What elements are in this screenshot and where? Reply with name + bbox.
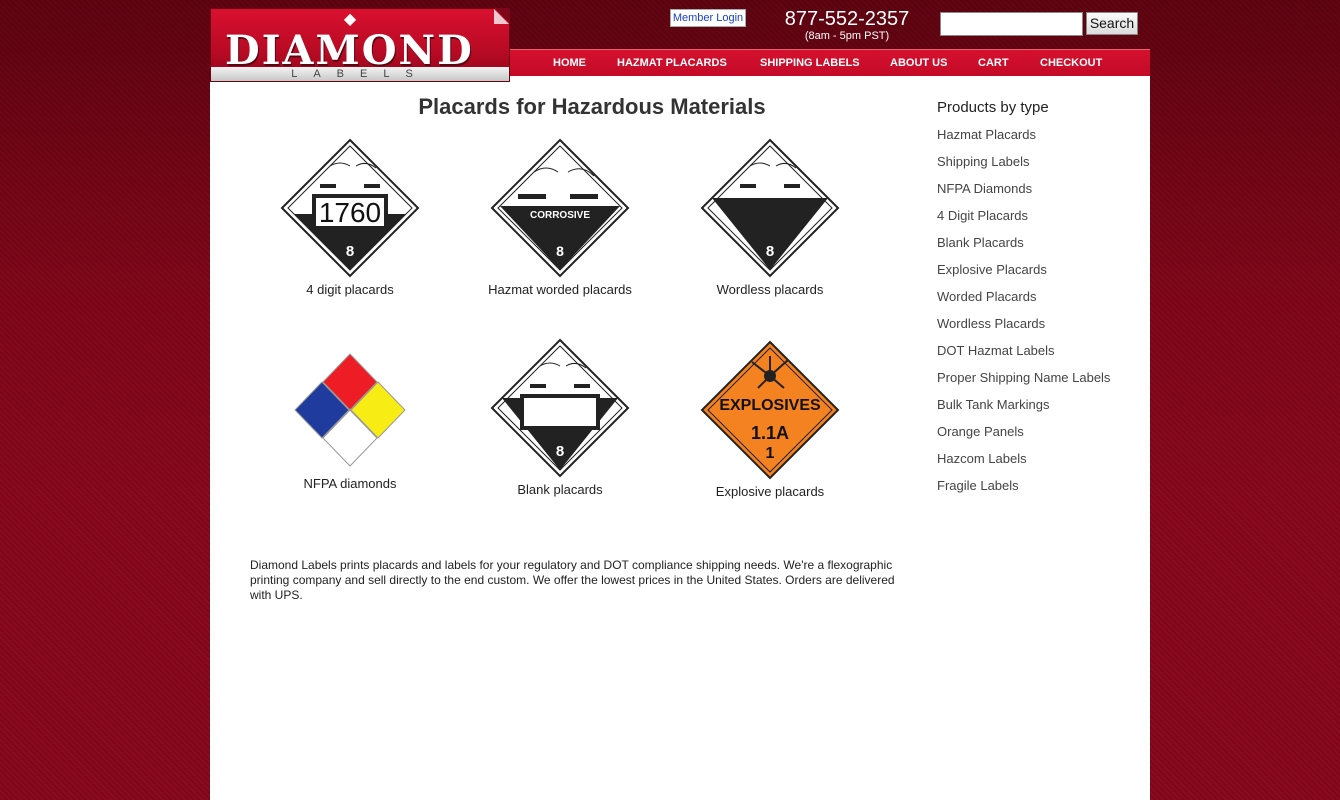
nav-checkout[interactable]: CHECKOUT [1040,56,1102,70]
phone-block: 877-552-2357 (8am - 5pm PST) [770,8,924,42]
intro-text: Diamond Labels prints placards and label… [250,558,895,602]
tile-caption: Explosive placards [715,484,825,499]
svg-text:1760: 1760 [319,197,381,228]
tile-wordless-placards[interactable]: 8 Wordless placards [690,138,850,298]
svg-text:CORROSIVE: CORROSIVE [530,210,590,221]
sidebar-link-bulk-tank-markings[interactable]: Bulk Tank Markings [937,397,1137,424]
logo-corner-fold-inner [494,9,509,24]
site-logo[interactable]: ◆ DIAMOND LABELS [210,8,510,82]
logo-subtext: LABELS [211,67,509,81]
sidebar-heading: Products by type [937,99,1049,116]
tile-hazmat-worded-placards[interactable]: CORROSIVE 8 Hazmat worded placards [480,138,640,298]
svg-text:1.1A: 1.1A [751,423,789,443]
blank-placard-icon: 8 [490,338,630,478]
business-hours: (8am - 5pm PST) [804,30,890,42]
sidebar-link-blank-placards[interactable]: Blank Placards [937,235,1137,262]
sidebar-link-4-digit-placards[interactable]: 4 Digit Placards [937,208,1137,235]
sidebar-link-fragile-labels[interactable]: Fragile Labels [937,478,1137,505]
tile-caption: NFPA diamonds [303,476,397,491]
tile-4-digit-placards[interactable]: 1760 8 4 digit placards [270,138,430,298]
page-title: Placards for Hazardous Materials [418,94,766,119]
tile-caption: Hazmat worded placards [488,282,632,297]
sidebar-link-proper-shipping-name-labels[interactable]: Proper Shipping Name Labels [937,370,1137,397]
main-content: Placards for Hazardous Materials 1760 8 … [210,76,1150,800]
site-header: ◆ DIAMOND LABELS Member Login 877-552-23… [210,0,1150,82]
sidebar-link-orange-panels[interactable]: Orange Panels [937,424,1137,451]
svg-text:EXPLOSIVES: EXPLOSIVES [719,397,821,414]
nfpa-diamond-icon [294,353,406,467]
tile-caption: Blank placards [517,482,603,497]
sidebar-link-shipping-labels[interactable]: Shipping Labels [937,154,1137,181]
page-wrapper: ◆ DIAMOND LABELS Member Login 877-552-23… [210,0,1150,800]
tile-caption: Wordless placards [716,282,824,297]
sidebar-link-explosive-placards[interactable]: Explosive Placards [937,262,1137,289]
svg-text:1: 1 [766,445,775,462]
sidebar-link-hazcom-labels[interactable]: Hazcom Labels [937,451,1137,478]
nav-cart[interactable]: CART [978,56,1009,70]
tile-caption: 4 digit placards [306,282,394,297]
svg-text:8: 8 [556,443,564,460]
svg-text:8: 8 [556,243,564,259]
svg-text:8: 8 [346,243,354,260]
four-digit-placard-icon: 1760 8 [280,138,420,278]
nav-home[interactable]: HOME [553,56,586,70]
tile-explosive-placards[interactable]: EXPLOSIVES 1.1A 1 Explosive placards [690,340,850,500]
sidebar-link-dot-hazmat-labels[interactable]: DOT Hazmat Labels [937,343,1137,370]
search-button[interactable]: Search [1086,12,1138,35]
tile-nfpa-diamonds[interactable]: NFPA diamonds [270,352,430,492]
phone-number: 877-552-2357 [784,8,910,30]
nav-about-us[interactable]: ABOUT US [890,56,947,70]
svg-text:8: 8 [766,243,774,260]
sidebar-link-nfpa-diamonds[interactable]: NFPA Diamonds [937,181,1137,208]
nav-shipping-labels[interactable]: SHIPPING LABELS [760,56,860,70]
member-login-button[interactable]: Member Login [670,9,746,27]
sidebar-link-worded-placards[interactable]: Worded Placards [937,289,1137,316]
nav-hazmat-placards[interactable]: HAZMAT PLACARDS [617,56,727,70]
corrosive-placard-icon: CORROSIVE 8 [490,138,630,278]
sidebar: Products by type Hazmat Placards Shippin… [937,98,1137,505]
main-nav: HOME HAZMAT PLACARDS SHIPPING LABELS ABO… [510,49,1150,76]
wordless-placard-icon: 8 [700,138,840,278]
search-input[interactable] [940,12,1083,36]
sidebar-link-wordless-placards[interactable]: Wordless Placards [937,316,1137,343]
explosive-placard-icon: EXPLOSIVES 1.1A 1 [700,340,840,480]
sidebar-link-hazmat-placards[interactable]: Hazmat Placards [937,127,1137,154]
tile-blank-placards[interactable]: 8 Blank placards [480,338,640,498]
